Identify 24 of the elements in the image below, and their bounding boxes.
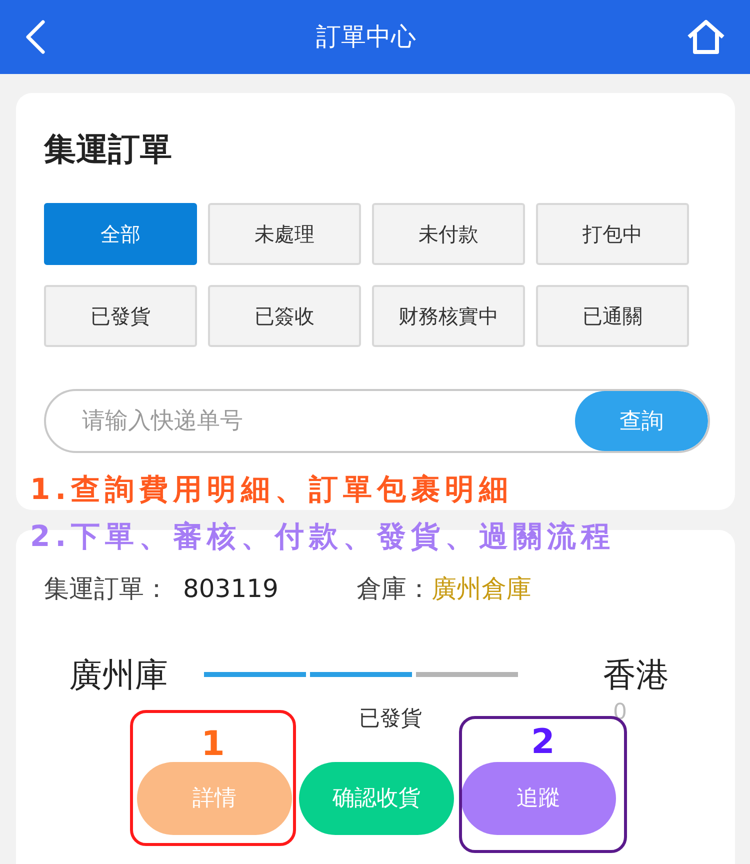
filter-tab[interactable]: 已發貨: [44, 285, 197, 347]
annotation-text: 2.下單、審核、付款、發貨、過關流程: [30, 518, 616, 555]
filter-tab[interactable]: 已簽收: [208, 285, 361, 347]
page-title: 訂單中心: [316, 21, 416, 54]
annotation-text: 1.查詢費用明細、訂單包裹明細: [30, 471, 514, 508]
order-label: 集運訂單：: [44, 573, 169, 605]
callout-number: 1: [201, 727, 225, 761]
card-title: 集運訂單: [44, 129, 173, 170]
warehouse-name: 廣州倉庫: [431, 573, 532, 605]
order-number: 803119: [183, 573, 278, 605]
filter-tab[interactable]: 未處理: [208, 203, 361, 265]
destination-city: 香港: [603, 654, 669, 696]
origin-city: 廣州庫: [69, 654, 168, 696]
home-icon[interactable]: [686, 19, 726, 55]
filter-tab[interactable]: 打包中: [536, 203, 689, 265]
filter-tab[interactable]: 全部: [44, 203, 197, 265]
back-icon[interactable]: [24, 19, 46, 55]
count-text: 0: [613, 699, 627, 727]
warehouse-label: 倉庫：: [356, 573, 432, 605]
order-status: 已發貨: [359, 705, 422, 732]
filter-tab[interactable]: 未付款: [372, 203, 525, 265]
filter-tab[interactable]: 已通關: [536, 285, 689, 347]
filter-tab[interactable]: 财務核實中: [372, 285, 525, 347]
callout-number: 2: [531, 725, 555, 759]
